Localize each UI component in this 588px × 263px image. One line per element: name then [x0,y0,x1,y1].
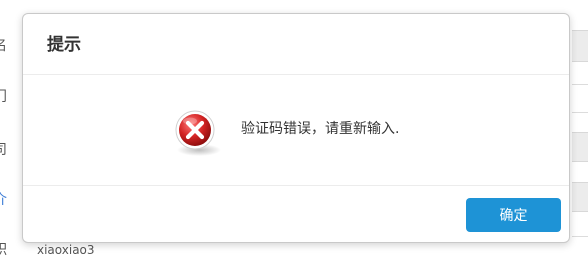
background-input-cell [572,30,588,62]
background-left-column: 名 门 司 介 职 [0,0,8,263]
background-row-divider [572,112,588,113]
background-input-cell [572,132,588,162]
background-input-cell [572,182,588,212]
background-right-column [572,0,588,263]
background-label-glyph: 名 [0,38,8,54]
dialog-header: 提示 [23,14,569,75]
background-row-divider [572,84,588,85]
background-label-glyph: 介 [0,192,8,208]
dialog-footer: 确定 [23,185,569,243]
error-message: 验证码错误，请重新输入. [241,121,400,137]
background-label-glyph: 司 [0,142,8,158]
background-row-divider [572,236,588,237]
dialog-title: 提示 [47,35,81,55]
error-x-icon [175,110,221,156]
background-label-glyph: 职 [0,242,8,258]
confirm-button[interactable]: 确定 [466,198,561,232]
background-label-glyph: 门 [0,89,8,105]
dialog-body: 验证码错误，请重新输入. [23,75,569,185]
background-row-value: xiaoxiao3 [37,243,95,257]
alert-dialog: 提示 验证码错误，请重新输入. 确定 [22,13,570,243]
